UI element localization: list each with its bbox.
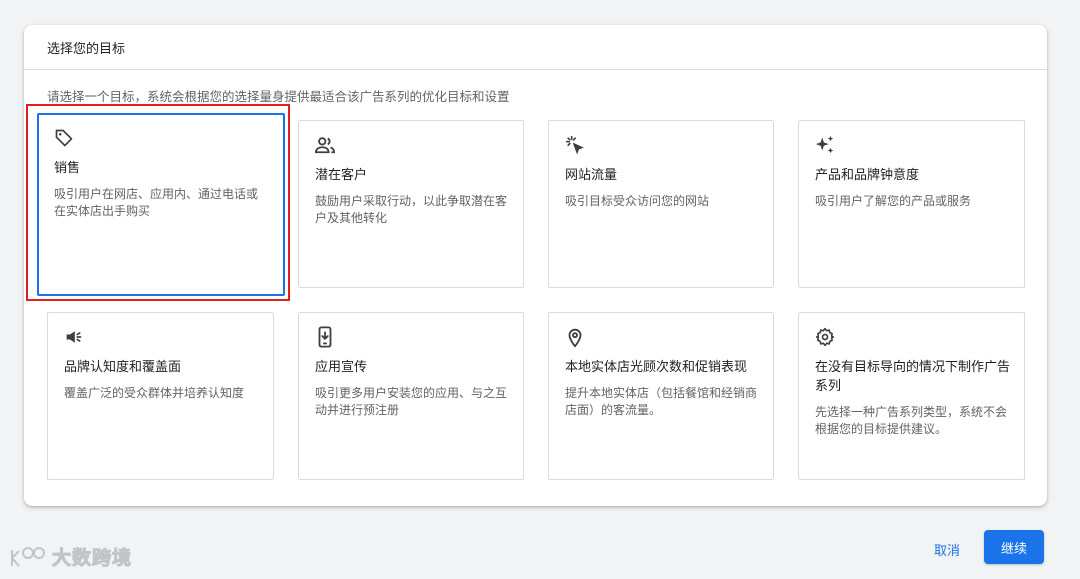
- goal-description: 鼓励用户采取行动，以此争取潜在客户及其他转化: [315, 194, 508, 225]
- watermark-text: 大数跨境: [51, 547, 133, 570]
- goal-title: 本地实体店光顾次数和促销表现: [565, 360, 748, 375]
- dialog-description: 请选择一个目标，系统会根据您的选择量身提供最适合该广告系列的优化目标和设置: [47, 89, 510, 104]
- goal-card-brand-awareness[interactable]: 品牌认知度和覆盖面 覆盖广泛的受众群体并培养认知度: [47, 312, 274, 480]
- gear-icon: [814, 326, 836, 348]
- goal-title: 销售: [54, 161, 81, 176]
- goal-description: 吸引更多用户安装您的应用、与之互动并进行预注册: [315, 386, 508, 417]
- dialog-title: 选择您的目标: [47, 42, 126, 57]
- continue-button[interactable]: 继续: [984, 530, 1044, 564]
- watermark-logo-icon: [11, 546, 45, 567]
- page: 选择您的目标 请选择一个目标，系统会根据您的选择量身提供最适合该广告系列的优化目…: [0, 0, 1080, 579]
- goal-title: 品牌认知度和覆盖面: [64, 360, 182, 375]
- goal-description: 吸引用户在网店、应用内、通过电话或在实体店出手购买: [54, 187, 259, 218]
- goal-card-local-store-visits[interactable]: 本地实体店光顾次数和促销表现 提升本地实体店（包括餐馆和经销商店面）的客流量。: [548, 312, 774, 480]
- goal-card-leads[interactable]: 潜在客户 鼓励用户采取行动，以此争取潜在客户及其他转化: [298, 120, 524, 288]
- goal-card-app-promotion[interactable]: 应用宣传 吸引更多用户安装您的应用、与之互动并进行预注册: [298, 312, 524, 480]
- goal-title: 在没有目标导向的情况下制作广告系列: [815, 360, 1011, 394]
- goal-card-sales[interactable]: 销售 吸引用户在网店、应用内、通过电话或在实体店出手购买: [37, 113, 285, 296]
- goal-selection-dialog: 选择您的目标 请选择一个目标，系统会根据您的选择量身提供最适合该广告系列的优化目…: [24, 25, 1047, 506]
- goal-card-brand-consideration[interactable]: 产品和品牌钟意度 吸引用户了解您的产品或服务: [798, 120, 1025, 288]
- people-icon: [314, 134, 336, 156]
- goal-card-no-goal[interactable]: 在没有目标导向的情况下制作广告系列 先选择一种广告系列类型，系统不会根据您的目标…: [798, 312, 1025, 480]
- goal-description: 吸引用户了解您的产品或服务: [815, 194, 972, 208]
- goal-card-website-traffic[interactable]: 网站流量 吸引目标受众访问您的网站: [548, 120, 774, 288]
- cancel-button[interactable]: 取消: [922, 535, 972, 563]
- divider: [24, 69, 1047, 70]
- goal-description: 覆盖广泛的受众群体并培养认知度: [64, 386, 245, 400]
- goal-title: 产品和品牌钟意度: [815, 168, 920, 183]
- goal-description: 先选择一种广告系列类型，系统不会根据您的目标提供建议。: [815, 405, 1008, 436]
- megaphone-icon: [63, 326, 85, 348]
- tag-icon: [53, 127, 75, 149]
- sparkle-icon: [814, 134, 836, 156]
- goal-description: 提升本地实体店（包括餐馆和经销商店面）的客流量。: [565, 386, 758, 417]
- goal-title: 潜在客户: [315, 168, 368, 183]
- phone-download-icon: [314, 326, 336, 348]
- location-pin-icon: [564, 326, 586, 348]
- goal-title: 网站流量: [565, 168, 618, 183]
- cursor-click-icon: [564, 134, 586, 156]
- watermark: 大数跨境: [8, 543, 132, 570]
- goal-title: 应用宣传: [315, 360, 368, 375]
- goal-description: 吸引目标受众访问您的网站: [565, 194, 710, 208]
